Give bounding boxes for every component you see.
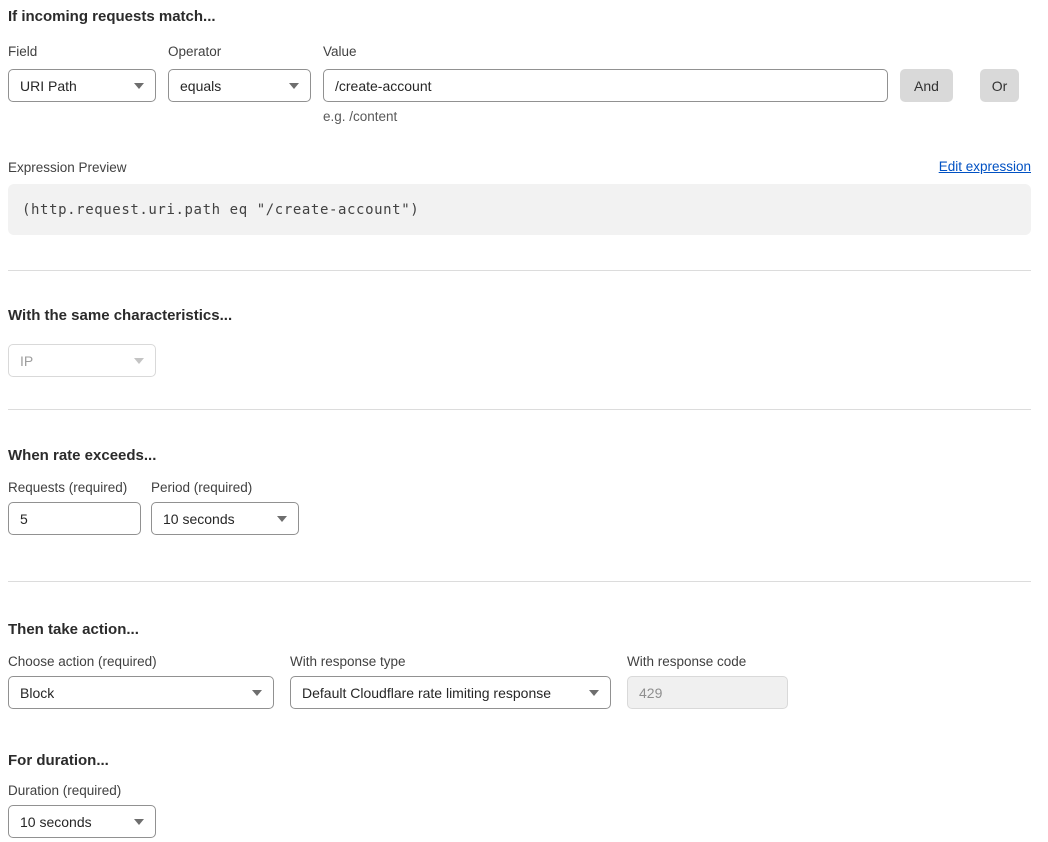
action-group: Choose action (required) Block — [8, 654, 274, 709]
operator-select[interactable]: equals — [168, 69, 311, 102]
characteristics-section-title: With the same characteristics... — [8, 307, 1031, 325]
period-group: Period (required) 10 seconds — [151, 480, 299, 535]
requests-group: Requests (required) — [8, 480, 141, 535]
operator-select-value: equals — [180, 78, 221, 94]
value-input[interactable] — [323, 69, 888, 102]
rate-fields-row: Requests (required) Period (required) 10… — [8, 480, 1031, 535]
duration-group: Duration (required) 10 seconds — [8, 783, 156, 838]
and-group: And — [900, 44, 968, 102]
chevron-down-icon — [252, 690, 262, 696]
field-select[interactable]: URI Path — [8, 69, 156, 102]
value-hint: e.g. /content — [323, 109, 888, 124]
expression-preview-label: Expression Preview — [8, 160, 127, 175]
chevron-down-icon — [134, 358, 144, 364]
edit-expression-link[interactable]: Edit expression — [939, 159, 1031, 175]
value-label: Value — [323, 44, 888, 59]
field-group: Field URI Path — [8, 44, 156, 102]
response-code-group: With response code — [627, 654, 788, 709]
section-divider — [8, 581, 1031, 582]
operator-label: Operator — [168, 44, 311, 59]
response-type-select[interactable]: Default Cloudflare rate limiting respons… — [290, 676, 611, 709]
duration-fields-row: Duration (required) 10 seconds — [8, 783, 1031, 838]
value-group: Value e.g. /content — [323, 44, 888, 124]
section-divider — [8, 409, 1031, 410]
field-label: Field — [8, 44, 156, 59]
or-button[interactable]: Or — [980, 69, 1019, 102]
operator-group: Operator equals — [168, 44, 311, 102]
period-select-value: 10 seconds — [163, 511, 235, 527]
duration-label: Duration (required) — [8, 783, 156, 798]
chevron-down-icon — [134, 83, 144, 89]
rate-limiting-rule-form: If incoming requests match... Field URI … — [8, 0, 1031, 838]
duration-select[interactable]: 10 seconds — [8, 805, 156, 838]
response-type-group: With response type Default Cloudflare ra… — [290, 654, 611, 709]
expression-preview-box: (http.request.uri.path eq "/create-accou… — [8, 184, 1031, 235]
chevron-down-icon — [277, 516, 287, 522]
requests-label: Requests (required) — [8, 480, 141, 495]
duration-select-value: 10 seconds — [20, 814, 92, 830]
expression-preview-row: Expression Preview Edit expression — [8, 159, 1031, 175]
period-select[interactable]: 10 seconds — [151, 502, 299, 535]
action-section-title: Then take action... — [8, 621, 1031, 639]
characteristic-select-value: IP — [20, 353, 33, 369]
duration-section-title: For duration... — [8, 752, 1031, 770]
expression-code: (http.request.uri.path eq "/create-accou… — [22, 202, 419, 218]
characteristic-select[interactable]: IP — [8, 344, 156, 377]
response-type-label: With response type — [290, 654, 611, 669]
action-fields-row: Choose action (required) Block With resp… — [8, 654, 1031, 709]
period-label: Period (required) — [151, 480, 299, 495]
and-button[interactable]: And — [900, 69, 953, 102]
spacer — [980, 44, 1019, 69]
action-select-value: Block — [20, 685, 54, 701]
rate-section-title: When rate exceeds... — [8, 447, 1031, 465]
response-code-label: With response code — [627, 654, 788, 669]
section-divider — [8, 270, 1031, 271]
chevron-down-icon — [589, 690, 599, 696]
chevron-down-icon — [134, 819, 144, 825]
spacer — [900, 44, 968, 69]
match-section-title: If incoming requests match... — [8, 8, 1031, 26]
chevron-down-icon — [289, 83, 299, 89]
field-select-value: URI Path — [20, 78, 77, 94]
response-type-select-value: Default Cloudflare rate limiting respons… — [302, 685, 551, 701]
action-label: Choose action (required) — [8, 654, 274, 669]
requests-input[interactable] — [8, 502, 141, 535]
action-select[interactable]: Block — [8, 676, 274, 709]
response-code-input — [627, 676, 788, 709]
match-fields-row: Field URI Path Operator equals Value e.g… — [8, 44, 1031, 124]
or-group: Or — [980, 44, 1019, 102]
